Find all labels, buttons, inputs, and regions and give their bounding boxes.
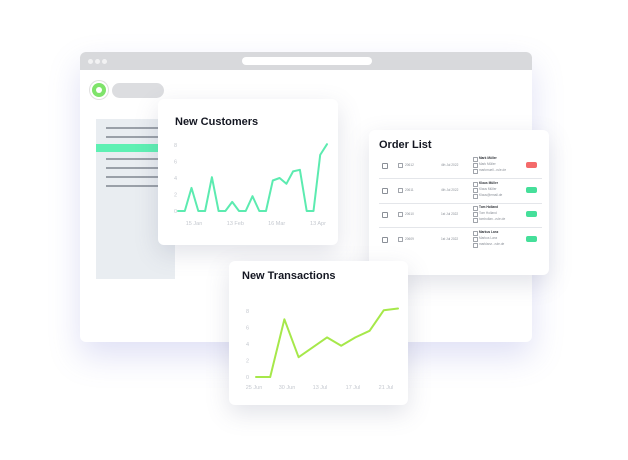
window-control-dot[interactable] [102, 59, 107, 64]
row-divider [379, 178, 542, 179]
order-id: 20609 [405, 236, 414, 241]
new-customers-chart: 0 2 4 6 8 15 Jan 13 Feb 16 Mar 13 Apr [174, 143, 328, 227]
y-tick-label: 8 [246, 309, 249, 315]
new-transactions-chart: 0 2 4 6 8 25 Jun 30 Jun 13 Jul 17 Jul 21 Jul [246, 307, 399, 391]
customer-name: Mark Müller [479, 156, 497, 160]
window-control-dot[interactable] [95, 59, 100, 64]
series-line [255, 307, 399, 378]
y-tick-label: 2 [246, 359, 249, 365]
mail-icon [473, 169, 478, 174]
new-customers-card: New Customers 0 2 4 6 8 15 Jan 13 Feb 16 Mar 13 … [158, 99, 338, 245]
order-date: 4th Jul 2022 [441, 187, 459, 192]
y-tick-label: 2 [174, 193, 177, 199]
customer-email: Klaus@email.de [479, 192, 503, 197]
row-checkbox[interactable] [382, 187, 388, 194]
customer-email: markmuell...rule.de [479, 168, 507, 172]
y-tick-label: 0 [174, 209, 177, 215]
person-icon [473, 187, 478, 193]
row-checkbox[interactable] [382, 212, 388, 218]
person-icon [473, 181, 478, 187]
mail-icon [473, 218, 478, 223]
x-tick-label: 16 Mar [268, 221, 285, 227]
y-tick-label: 4 [246, 342, 249, 348]
sidebar-item[interactable] [106, 136, 166, 138]
y-tick-label: 0 [246, 375, 249, 381]
contact-name: Tom Holland [479, 211, 497, 215]
customer-name: Markus Lanz [479, 229, 499, 234]
logo-icon [92, 83, 106, 97]
person-icon [473, 230, 478, 236]
contact-name: Markus Lanz [479, 235, 498, 240]
window-control-dot[interactable] [88, 59, 93, 64]
mail-icon [473, 242, 478, 248]
status-badge[interactable] [526, 162, 537, 168]
y-tick-label: 6 [174, 160, 177, 166]
contact-name: Klaus Müller [479, 186, 497, 191]
x-tick-label: 13 Jul [313, 385, 328, 391]
card-title: Order List [379, 139, 432, 151]
row-checkbox[interactable] [382, 236, 388, 243]
document-icon [398, 212, 403, 217]
y-tick-label: 6 [246, 326, 249, 332]
status-badge[interactable] [526, 211, 537, 217]
sidebar-item[interactable] [106, 185, 166, 187]
order-id: 20610 [405, 212, 414, 216]
sidebar-item[interactable] [106, 127, 166, 129]
mail-icon [473, 193, 478, 199]
x-tick-label: 13 Feb [227, 221, 244, 227]
document-icon [398, 236, 403, 242]
order-id: 20612 [405, 163, 414, 167]
customer-email: marklanz...rule.de [479, 241, 505, 246]
app-name-placeholder [112, 83, 164, 98]
customer-name: Klaus Müller [479, 180, 498, 185]
table-row[interactable]: 20610 1st Jul 2022 Tom Holland Tom Holland t… [369, 205, 549, 227]
x-tick-label: 25 Jun [246, 385, 263, 391]
sidebar-item[interactable] [106, 176, 166, 178]
table-row[interactable]: 20612 4th Jul 2022 Mark Müller Mark Müller m… [369, 156, 549, 178]
x-tick-label: 30 Jun [279, 385, 296, 391]
sidebar-item[interactable] [106, 158, 166, 160]
order-date: 1st Jul 2022 [441, 236, 459, 241]
row-checkbox[interactable] [382, 163, 388, 169]
y-tick-label: 8 [174, 143, 177, 149]
x-tick-label: 17 Jul [346, 385, 361, 391]
new-transactions-card: New Transactions 0 2 4 6 8 25 Jun 30 Jun 13 Jul… [229, 261, 408, 405]
order-date: 4th Jul 2022 [441, 163, 459, 167]
row-divider [379, 202, 542, 203]
person-icon [473, 212, 478, 217]
table-row[interactable]: 20611 4th Jul 2022 Klaus Müller Klaus Mülle… [369, 181, 549, 203]
document-icon [398, 163, 403, 168]
status-badge[interactable] [526, 235, 537, 242]
browser-titlebar [80, 52, 532, 70]
customer-email: tomhollan...rule.de [479, 217, 506, 221]
person-icon [473, 157, 478, 162]
order-date: 1st Jul 2022 [441, 212, 459, 216]
customer-name: Tom Holland [479, 205, 499, 209]
order-list-card: Order List 20612 4th Jul 2022 Mark Müller M… [369, 130, 549, 275]
row-divider [379, 227, 542, 228]
y-tick-label: 4 [174, 176, 177, 182]
x-tick-label: 13 Apr [310, 221, 326, 227]
x-tick-label: 15 Jan [186, 221, 203, 227]
order-id: 20611 [405, 187, 414, 192]
document-icon [398, 187, 403, 193]
person-icon [473, 236, 478, 242]
person-icon [473, 163, 478, 168]
series-line [177, 143, 328, 212]
person-icon [473, 206, 478, 211]
table-row[interactable]: 20609 1st Jul 2022 Markus Lanz Markus Lanz m… [369, 230, 549, 252]
contact-name: Mark Müller [479, 162, 496, 166]
address-bar[interactable] [242, 57, 372, 65]
x-tick-label: 21 Jul [379, 385, 394, 391]
status-badge[interactable] [526, 186, 537, 193]
sidebar-item[interactable] [106, 167, 166, 169]
